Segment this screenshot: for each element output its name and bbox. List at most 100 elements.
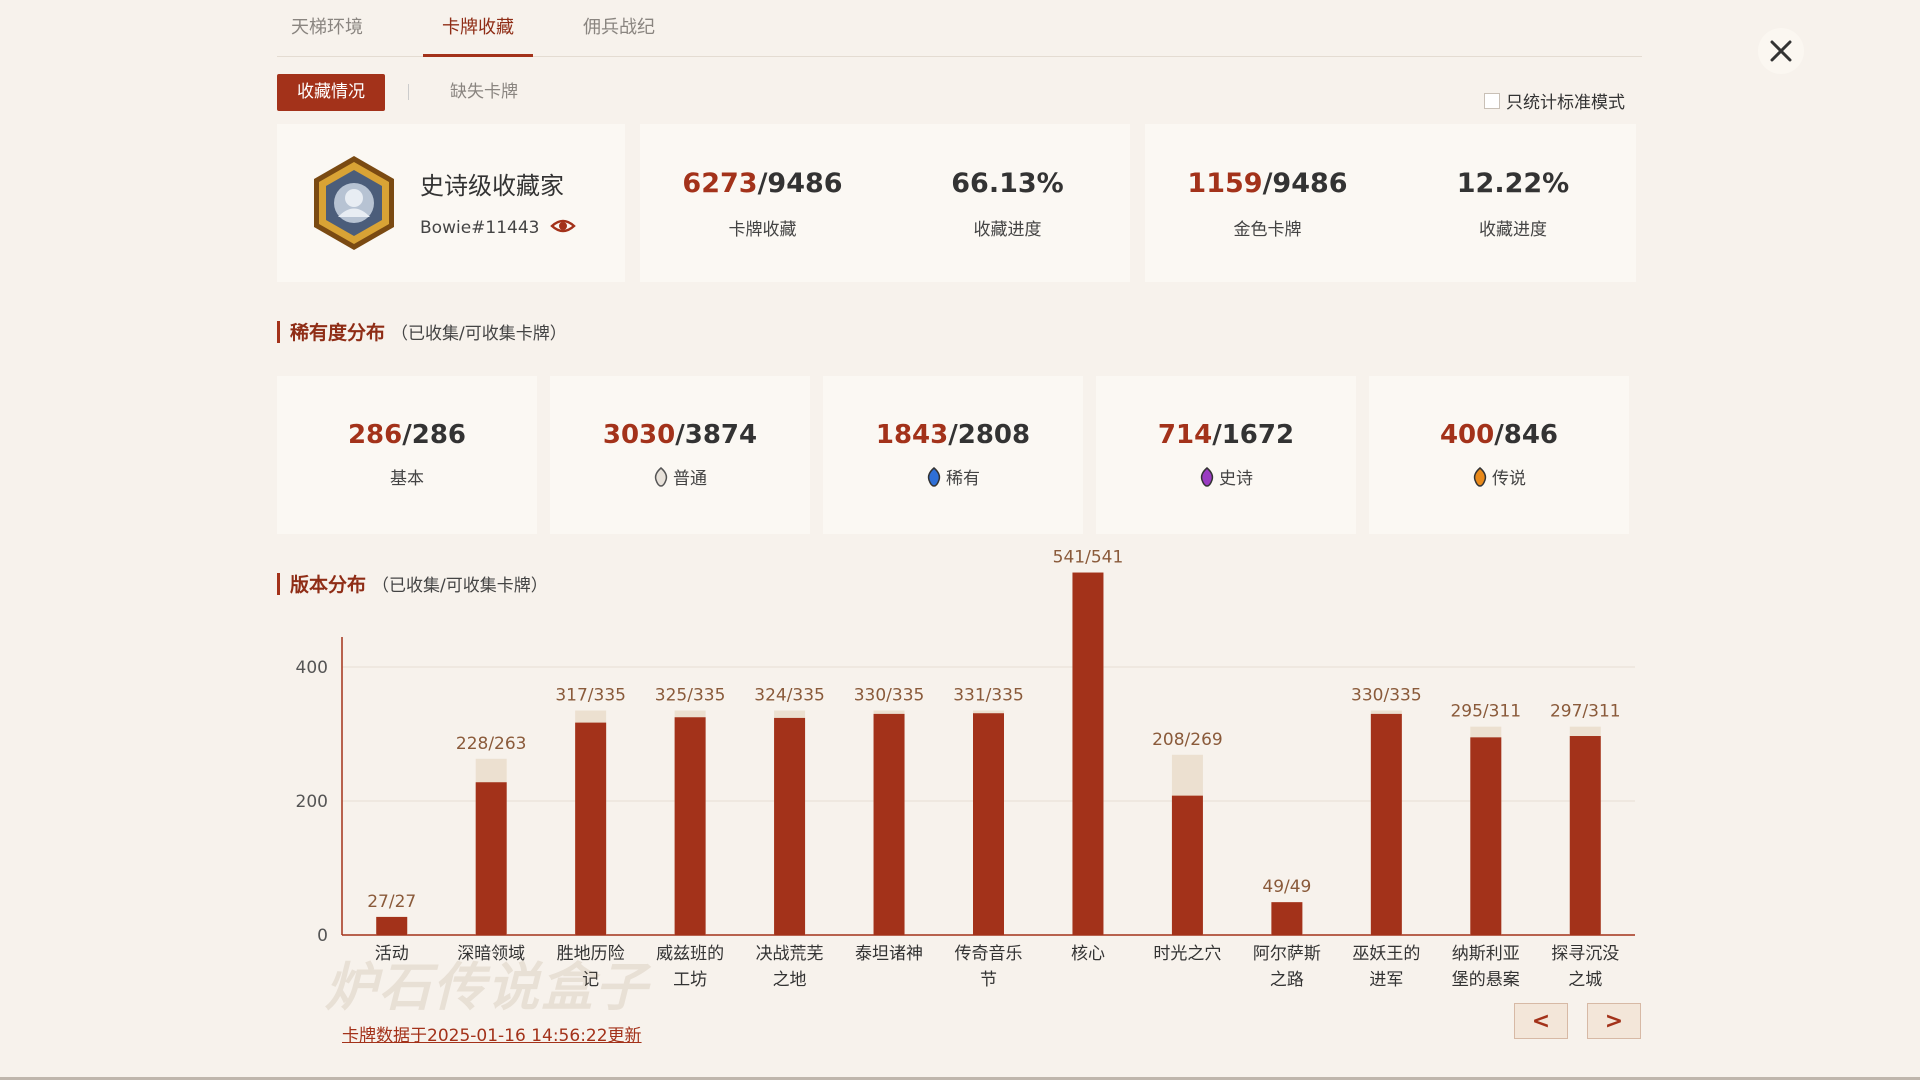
tab-mercenaries[interactable]: 佣兵战纪 [569, 0, 669, 56]
rarity-title: 稀有度分布 [290, 322, 386, 344]
collector-title: 史诗级收藏家 [420, 172, 564, 200]
collection-summary-card: 6273/9486 卡牌收藏 66.13% 收藏进度 [640, 124, 1130, 282]
y-tick-label: 400 [296, 658, 328, 678]
rarity-total: /846 [1494, 420, 1559, 450]
prev-page-button[interactable]: < [1514, 1003, 1568, 1039]
watermark-logo: 炉石传说盒子 [325, 958, 652, 1018]
bar-data-label: 331/335 [953, 686, 1024, 706]
rarity-label: 稀有 [946, 469, 980, 489]
x-category-label: 之地 [773, 970, 807, 990]
eye-icon[interactable] [550, 216, 576, 236]
bar-data-label: 330/335 [1351, 686, 1422, 706]
bar-data-label: 541/541 [1053, 548, 1124, 568]
x-category-label: 探寻沉没 [1551, 944, 1619, 964]
rarity-label: 传说 [1492, 469, 1526, 489]
bar-data-label: 330/335 [854, 686, 925, 706]
bar-data-label: 297/311 [1550, 702, 1621, 722]
x-category-label: 时光之穴 [1153, 944, 1221, 964]
x-category-label: 决战荒芜 [756, 944, 824, 964]
bar-owned [973, 713, 1004, 935]
common-gem-icon [654, 466, 668, 487]
golden-progress-label: 收藏进度 [1479, 220, 1547, 240]
rarity-label: 史诗 [1219, 469, 1253, 489]
collection-count-stat: 6273/9486 卡牌收藏 [640, 124, 885, 282]
rarity-total: /2808 [948, 420, 1031, 450]
bar-data-label: 49/49 [1262, 877, 1311, 897]
top-tabs: 天梯环境 卡牌收藏 佣兵战纪 [277, 0, 1642, 57]
collection-label: 卡牌收藏 [728, 220, 797, 240]
rarity-card-basic: 286/286 基本 [277, 376, 537, 534]
x-category-label: 巫妖王的 [1352, 944, 1420, 964]
section-marker [277, 320, 280, 343]
standard-mode-label: 只统计标准模式 [1506, 93, 1625, 113]
x-category-label: 阿尔萨斯 [1253, 944, 1321, 964]
legendary-gem-icon [1473, 466, 1487, 487]
rarity-card-common: 3030/3874 普通 [550, 376, 810, 534]
bar-owned [376, 916, 408, 935]
golden-progress-value: 12.22% [1456, 168, 1570, 199]
x-category-label: 泰坦诸神 [855, 944, 923, 964]
bar-owned [1470, 737, 1502, 935]
svg-text:炉石传说盒子: 炉石传说盒子 [325, 958, 652, 1018]
x-category-label: 核心 [1071, 944, 1105, 964]
rarity-label: 普通 [673, 469, 707, 489]
golden-progress-stat: 12.22% 收藏进度 [1390, 124, 1636, 282]
golden-total: /9486 [1262, 168, 1348, 199]
rarity-owned: 1843 [875, 420, 949, 450]
rarity-card-legendary: 400/846 传说 [1369, 376, 1629, 534]
data-updated-link[interactable]: 卡牌数据于2025-01-16 14:56:22更新 [342, 1021, 642, 1046]
bar-data-label: 317/335 [555, 686, 626, 706]
bar-data-label: 27/27 [367, 892, 416, 912]
subtab-missing-cards[interactable]: 缺失卡牌 [450, 74, 518, 111]
rarity-card-epic: 714/1672 史诗 [1096, 376, 1356, 534]
next-page-button[interactable]: > [1587, 1003, 1641, 1039]
collection-progress-stat: 66.13% 收藏进度 [885, 124, 1130, 282]
version-distribution-chart: 020040027/27活动228/263深暗领域317/335胜地历险记325… [296, 548, 1635, 990]
bar-owned [873, 713, 905, 935]
subtab-collection-status[interactable]: 收藏情况 [277, 74, 385, 111]
bar-owned [575, 722, 607, 935]
rarity-owned: 714 [1157, 420, 1213, 450]
collection-progress-label: 收藏进度 [973, 220, 1042, 240]
epic-gem-icon [1200, 466, 1214, 487]
x-category-label: 之城 [1568, 970, 1602, 990]
golden-owned: 1159 [1187, 168, 1263, 199]
x-category-label: 进军 [1369, 970, 1403, 990]
y-tick-label: 200 [296, 792, 328, 812]
bar-owned [774, 717, 806, 935]
rarity-owned: 3030 [602, 420, 676, 450]
bar-data-label: 295/311 [1450, 702, 1521, 722]
rarity-subtitle: （已收集/可收集卡牌） [391, 324, 567, 344]
bar-owned [1271, 902, 1303, 935]
tab-card-collection[interactable]: 卡牌收藏 [423, 0, 533, 57]
bar-data-label: 324/335 [754, 686, 825, 706]
rarity-total: /1672 [1212, 420, 1295, 450]
profile-card: 史诗级收藏家 Bowie#11443 [277, 124, 625, 282]
rarity-section-title: 稀有度分布 （已收集/可收集卡牌） [277, 318, 567, 345]
bar-owned [674, 717, 706, 935]
close-button[interactable] [1758, 28, 1804, 74]
rarity-owned: 400 [1439, 420, 1495, 450]
rarity-card-rare: 1843/2808 稀有 [823, 376, 1083, 534]
rarity-total: /286 [402, 420, 467, 450]
standard-mode-checkbox[interactable] [1484, 92, 1500, 109]
tab-ladder-environment[interactable]: 天梯环境 [277, 0, 377, 56]
collection-total: /9486 [757, 168, 843, 199]
bar-owned [1171, 795, 1203, 935]
y-tick-label: 0 [317, 926, 328, 946]
rarity-label: 基本 [390, 469, 424, 489]
golden-summary-card: 1159/9486 金色卡牌 12.22% 收藏进度 [1145, 124, 1636, 282]
standard-mode-toggle[interactable]: 只统计标准模式 [1484, 88, 1625, 113]
rarity-owned: 286 [347, 420, 403, 450]
collection-owned: 6273 [682, 168, 758, 199]
collector-badge-icon [314, 156, 394, 250]
x-category-label: 之路 [1270, 970, 1304, 990]
bar-owned [1072, 572, 1104, 935]
x-category-label: 节 [980, 970, 997, 990]
bar-data-label: 228/263 [456, 734, 527, 754]
bar-data-label: 208/269 [1152, 730, 1223, 750]
bar-data-label: 325/335 [655, 686, 726, 706]
bar-owned [1569, 736, 1601, 935]
x-category-label: 传奇音乐 [955, 944, 1023, 964]
golden-count-stat: 1159/9486 金色卡牌 [1145, 124, 1390, 282]
